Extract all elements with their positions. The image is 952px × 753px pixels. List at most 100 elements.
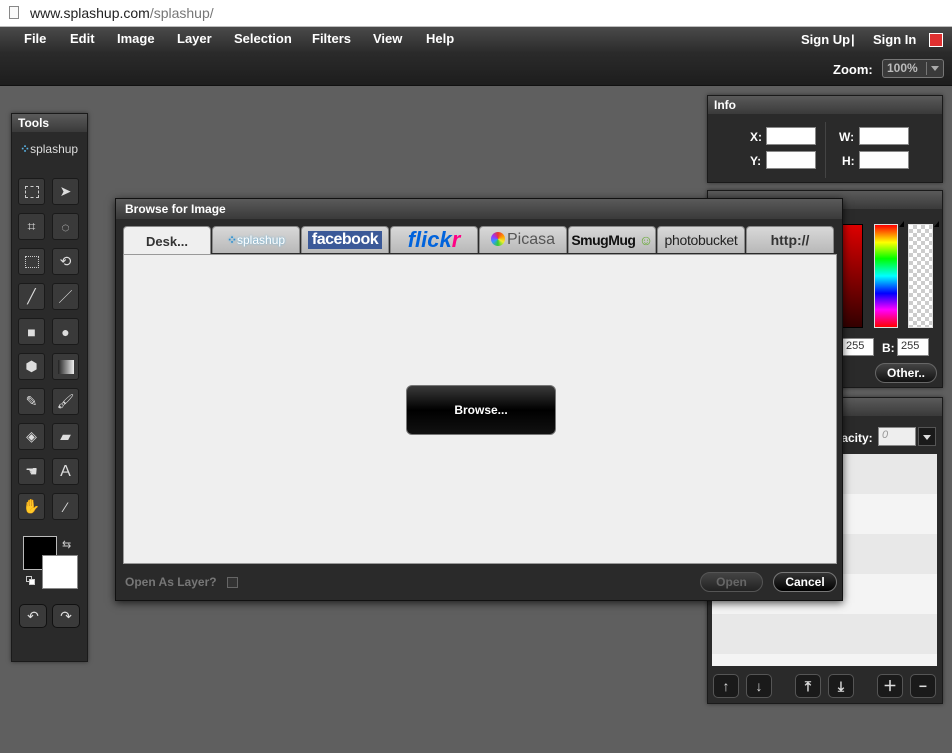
transform-tool[interactable] bbox=[18, 248, 45, 275]
smudge-tool[interactable]: ☚ bbox=[18, 458, 45, 485]
zoom-select[interactable]: 100% bbox=[882, 59, 944, 78]
tab-http[interactable]: http:// bbox=[746, 226, 834, 253]
cancel-button[interactable]: Cancel bbox=[773, 572, 837, 592]
opacity-field[interactable]: 0 bbox=[878, 427, 916, 446]
info-panel: Info X: Y: W: H: bbox=[707, 95, 943, 183]
menu-help[interactable]: Help bbox=[426, 31, 454, 46]
open-as-layer-checkbox[interactable] bbox=[227, 577, 238, 588]
undo-button[interactable]: ↶ bbox=[19, 604, 47, 628]
other-color-button[interactable]: Other.. bbox=[875, 363, 937, 383]
tools-panel: Tools ⁘splashup ➤ ⌗ ◌ ⟲ ╱ ／ ■ ● ⬢ ✎ 🖌 ◈ … bbox=[11, 113, 88, 662]
eyedropper-tool[interactable]: ⁄ bbox=[52, 493, 79, 520]
menu-layer[interactable]: Layer bbox=[177, 31, 212, 46]
splashup-logo-text: splashup bbox=[30, 142, 79, 156]
rectangle-icon: ■ bbox=[27, 323, 36, 340]
tab-facebook[interactable]: facebook bbox=[301, 226, 389, 253]
url-text[interactable]: www.splashup.com/splashup/ bbox=[30, 5, 214, 21]
splashup-tab-logo: ⁘splashup bbox=[227, 233, 285, 247]
menu-selection[interactable]: Selection bbox=[234, 31, 292, 46]
crop-tool[interactable]: ⌗ bbox=[18, 213, 45, 240]
tab-splashup[interactable]: ⁘splashup bbox=[212, 226, 300, 253]
minus-icon: − bbox=[918, 678, 928, 694]
pencil-icon: ✎ bbox=[25, 393, 38, 409]
splashup-drop-icon: ⁘ bbox=[226, 233, 237, 247]
paintbrush-icon: 🖌 bbox=[56, 393, 75, 409]
background-color-swatch[interactable] bbox=[42, 555, 78, 589]
menu-edit[interactable]: Edit bbox=[70, 31, 95, 46]
reset-colors-icon[interactable] bbox=[26, 576, 36, 586]
move-tool[interactable]: ➤ bbox=[52, 178, 79, 205]
smudge-icon: ☚ bbox=[25, 463, 38, 479]
transform-icon bbox=[24, 255, 39, 268]
sign-up-link[interactable]: Sign Up bbox=[801, 32, 850, 47]
move-layer-bottom-button[interactable]: ⤓ bbox=[828, 674, 854, 698]
plus-icon: ＋ bbox=[883, 678, 897, 694]
tab-desktop-label: Desk... bbox=[146, 233, 188, 249]
move-layer-top-button[interactable]: ⤒ bbox=[795, 674, 821, 698]
brush-tool[interactable]: ╱ bbox=[18, 283, 45, 310]
rectangle-tool[interactable]: ■ bbox=[18, 318, 45, 345]
rotate-tool[interactable]: ⟲ bbox=[52, 248, 79, 275]
marquee-tool[interactable] bbox=[18, 178, 45, 205]
tab-smugmug-label: SmugMug bbox=[571, 232, 636, 248]
gradient-tool[interactable] bbox=[52, 353, 79, 380]
tab-photobucket-label: photobucket bbox=[664, 232, 738, 248]
circle-icon: ● bbox=[61, 323, 70, 340]
paintbrush-tool[interactable]: 🖌 bbox=[52, 388, 79, 415]
sign-in-link[interactable]: Sign In bbox=[873, 32, 916, 47]
y-field[interactable] bbox=[766, 151, 816, 169]
menu-file[interactable]: File bbox=[24, 31, 46, 46]
hue-slider[interactable] bbox=[874, 224, 898, 328]
eraser-tool[interactable]: ▰ bbox=[52, 423, 79, 450]
fill-tool[interactable]: ◈ bbox=[18, 423, 45, 450]
delete-layer-button[interactable]: − bbox=[910, 674, 936, 698]
tab-flickr[interactable]: flickr bbox=[390, 226, 478, 253]
tab-desktop[interactable]: Desk... bbox=[123, 226, 211, 255]
tab-smugmug[interactable]: SmugMug ☺ bbox=[568, 226, 656, 253]
pencil-tool[interactable]: ✎ bbox=[18, 388, 45, 415]
polygon-tool[interactable]: ⬢ bbox=[18, 353, 45, 380]
add-layer-button[interactable]: ＋ bbox=[877, 674, 903, 698]
tab-picasa[interactable]: Picasa bbox=[479, 226, 567, 253]
address-bar[interactable]: www.splashup.com/splashup/ bbox=[0, 0, 952, 27]
browse-button[interactable]: Browse... bbox=[406, 385, 556, 435]
close-icon[interactable] bbox=[929, 33, 943, 47]
g-value-field[interactable]: 255 bbox=[842, 338, 874, 356]
x-field[interactable] bbox=[766, 127, 816, 145]
zoom-bar: Zoom: 100% bbox=[0, 52, 952, 86]
tab-splashup-label: splashup bbox=[237, 233, 286, 247]
hand-tool[interactable]: ✋ bbox=[18, 493, 45, 520]
h-field[interactable] bbox=[859, 151, 909, 169]
opacity-dropdown[interactable] bbox=[918, 427, 936, 446]
browse-dialog: Browse for Image Desk... ⁘splashup faceb… bbox=[115, 198, 843, 601]
x-label: X: bbox=[750, 130, 762, 144]
menu-image[interactable]: Image bbox=[117, 31, 155, 46]
ellipse-tool[interactable]: ● bbox=[52, 318, 79, 345]
hand-icon: ✋ bbox=[22, 498, 41, 514]
tab-picasa-label: Picasa bbox=[506, 231, 556, 248]
menu-filters[interactable]: Filters bbox=[312, 31, 351, 46]
zoom-label: Zoom: bbox=[833, 62, 873, 77]
rotate-icon: ⟲ bbox=[59, 253, 72, 269]
b-value-field[interactable]: 255 bbox=[897, 338, 929, 356]
alpha-slider[interactable] bbox=[908, 224, 933, 328]
lasso-tool[interactable]: ◌ bbox=[52, 213, 79, 240]
open-button[interactable]: Open bbox=[700, 572, 763, 592]
tab-photobucket[interactable]: photobucket bbox=[657, 226, 745, 253]
line-tool[interactable]: ／ bbox=[52, 283, 79, 310]
menu-view[interactable]: View bbox=[373, 31, 402, 46]
tab-http-label: http:// bbox=[770, 232, 810, 248]
text-tool[interactable]: A bbox=[52, 458, 79, 485]
w-field[interactable] bbox=[859, 127, 909, 145]
move-layer-up-button[interactable]: ↑ bbox=[713, 674, 739, 698]
move-layer-down-button[interactable]: ↓ bbox=[746, 674, 772, 698]
layer-row[interactable] bbox=[712, 614, 937, 654]
page-icon bbox=[9, 6, 19, 19]
redo-button[interactable]: ↷ bbox=[52, 604, 80, 628]
info-divider bbox=[825, 122, 826, 178]
splashup-drop-icon: ⁘ bbox=[20, 142, 31, 156]
swap-colors-icon[interactable]: ⇆ bbox=[62, 538, 71, 551]
eyedropper-icon: ⁄ bbox=[64, 498, 67, 515]
flickr-logo-pink: r bbox=[451, 227, 461, 252]
zoom-select-divider bbox=[926, 62, 927, 75]
